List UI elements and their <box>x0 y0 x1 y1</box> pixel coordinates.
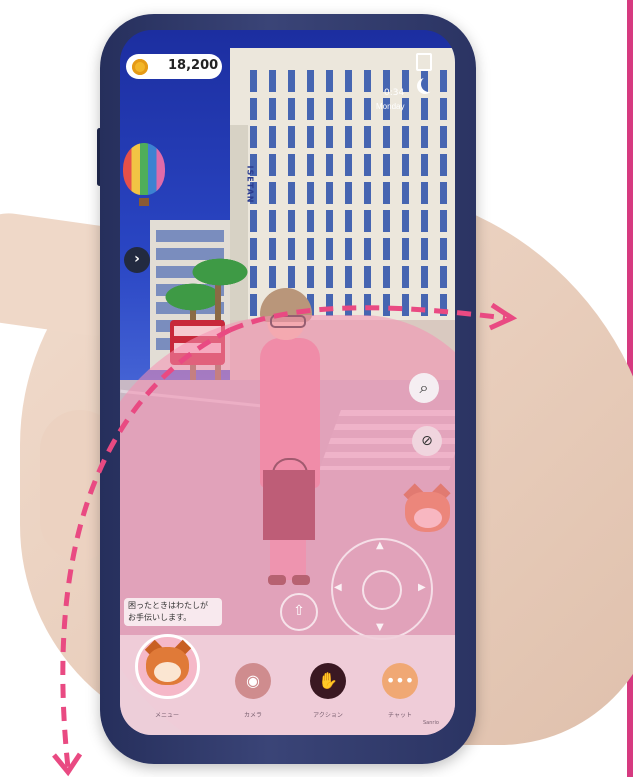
swipe-arrow-right-path <box>229 305 506 333</box>
swipe-gesture-arrows <box>52 302 518 777</box>
swipe-arrow-down-path <box>60 327 232 769</box>
